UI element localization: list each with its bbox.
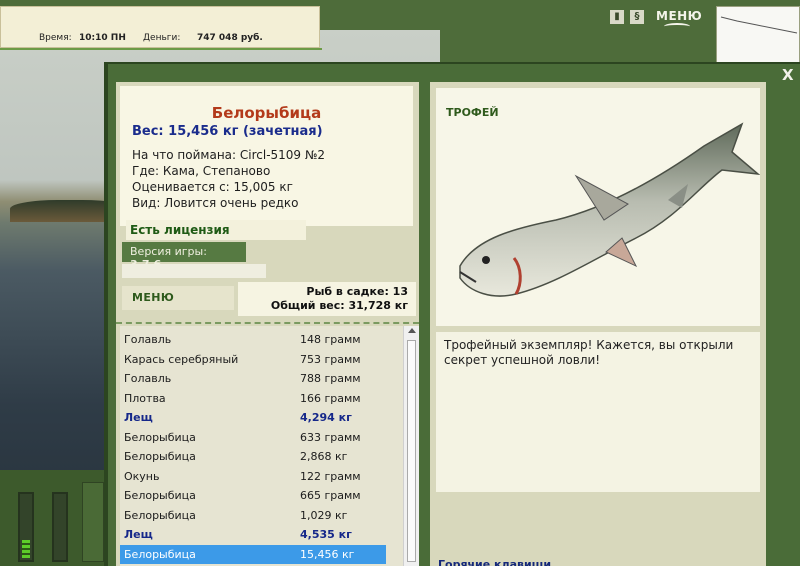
list-item-weight: 148 грамм [300, 333, 361, 346]
fish-rated: Оценивается с: 15,005 кг [132, 180, 293, 194]
list-item-weight: 788 грамм [300, 372, 361, 385]
cage-total: Общий вес: 31,728 кг [270, 299, 408, 312]
info-bar: Время: 10:10 ПН Деньги: 747 048 руб. [0, 6, 320, 48]
list-item-name: Карась серебряный [124, 352, 239, 366]
tension-gauge [18, 492, 34, 562]
fish-weight: Вес: 15,456 кг (зачетная) [132, 124, 323, 139]
panel-menu-button[interactable]: МЕНЮ [132, 291, 174, 304]
menu-gear-icon [664, 23, 690, 30]
list-item-weight: 166 грамм [300, 391, 361, 405]
list-item-name: Окунь [124, 469, 160, 483]
sound-icon[interactable]: § [630, 10, 644, 24]
time-label: Время: [39, 33, 72, 43]
list-item[interactable]: Лещ 4,294 кг [120, 408, 386, 427]
scroll-up-icon[interactable] [408, 328, 416, 333]
list-item-selected[interactable]: Белорыбица 15,456 кг [120, 544, 386, 564]
trophy-image: ТРОФЕЙ [436, 88, 760, 326]
list-item-name: Белорыбица [124, 489, 196, 502]
list-item-name: Лещ [124, 411, 153, 424]
list-item[interactable]: Белорыбица 633 грамм [120, 428, 386, 447]
pause-icon[interactable]: ▮ [610, 10, 624, 24]
list-item[interactable]: Плотва 166 грамм [120, 389, 386, 408]
list-item[interactable]: Белорыбица 1,029 кг [120, 506, 386, 525]
list-item[interactable]: Белорыбица 2,868 кг [120, 447, 386, 466]
fish-bait: На что поймана: Circl-5109 №2 [132, 148, 325, 162]
depth-graph [716, 6, 800, 64]
list-item-name: Белорыбица [124, 547, 196, 561]
list-item-weight: 2,868 кг [300, 450, 348, 463]
cage-count: Рыб в садке: 13 [306, 285, 408, 298]
list-item[interactable]: Окунь 122 грамм [120, 467, 386, 486]
list-item-name: Плотва [124, 391, 166, 405]
trophy-message: Трофейный экземпляр! Кажется, вы открыли… [436, 332, 760, 492]
depth-graph-line [720, 16, 798, 34]
list-item[interactable]: Голавль 788 грамм [120, 369, 386, 388]
fish-location: Где: Кама, Степаново [132, 164, 271, 178]
list-item-weight: 15,456 кг [300, 547, 355, 561]
list-item-name: Белорыбица [124, 508, 196, 522]
list-item-name: Лещ [124, 528, 153, 541]
version-badge: Версия игры: 3.7.6 [122, 242, 246, 271]
money-value: 747 048 руб. [197, 33, 263, 43]
line-gauge [52, 492, 68, 562]
rod-slot[interactable] [82, 482, 104, 562]
catch-list[interactable]: Голавль 148 грамм Карась серебряный 753 гра… [120, 326, 403, 566]
list-item-weight: 753 грамм [300, 352, 361, 366]
list-item[interactable]: Лещ 4,535 кг [120, 525, 386, 544]
hotkeys-link[interactable]: Горячие клавиши [438, 558, 551, 566]
scroll-thumb[interactable] [407, 340, 416, 562]
list-item-weight: 4,294 кг [300, 411, 352, 424]
fish-card: Белорыбица Вес: 15,456 кг (зачетная) На … [120, 86, 413, 226]
tension-gauge-fill [22, 540, 30, 558]
version-label: Версия игры: [130, 245, 207, 258]
whitefish-icon [459, 122, 760, 297]
list-item-weight: 633 грамм [300, 430, 361, 444]
list-item-name: Голавль [124, 372, 172, 385]
list-item[interactable]: Белорыбица 665 грамм [120, 486, 386, 505]
list-item-weight: 4,535 кг [300, 528, 352, 541]
trophy-panel: ТРОФЕЙ Трофейный экземпляр! Кажется, вы … [430, 82, 766, 566]
scrollbar[interactable] [403, 326, 419, 566]
blank-row [122, 264, 266, 278]
list-item[interactable]: Голавль 148 грамм [120, 330, 386, 349]
fish-name: Белорыбица [211, 104, 322, 122]
top-menu-button[interactable]: МЕНЮ [656, 9, 702, 23]
list-item-weight: 665 грамм [300, 489, 361, 502]
list-item-name: Белорыбица [124, 450, 196, 463]
catch-panel: Белорыбица Вес: 15,456 кг (зачетная) На … [116, 82, 419, 566]
list-item[interactable]: Карась серебряный 753 грамм [120, 350, 386, 369]
list-item-name: Голавль [124, 333, 172, 346]
list-item-weight: 122 грамм [300, 469, 361, 483]
info-bar-edge [0, 48, 322, 50]
fish-kind: Вид: Ловится очень редко [132, 196, 299, 210]
cage-summary: Рыб в садке: 13 Общий вес: 31,728 кг [238, 282, 416, 316]
list-item-name: Белорыбица [124, 430, 196, 444]
close-button[interactable]: X [782, 66, 794, 84]
list-item-weight: 1,029 кг [300, 508, 348, 522]
divider [116, 322, 419, 324]
license-status: Есть лицензия [126, 220, 306, 240]
money-label: Деньги: [143, 33, 181, 43]
time-value: 10:10 ПН [79, 33, 126, 43]
